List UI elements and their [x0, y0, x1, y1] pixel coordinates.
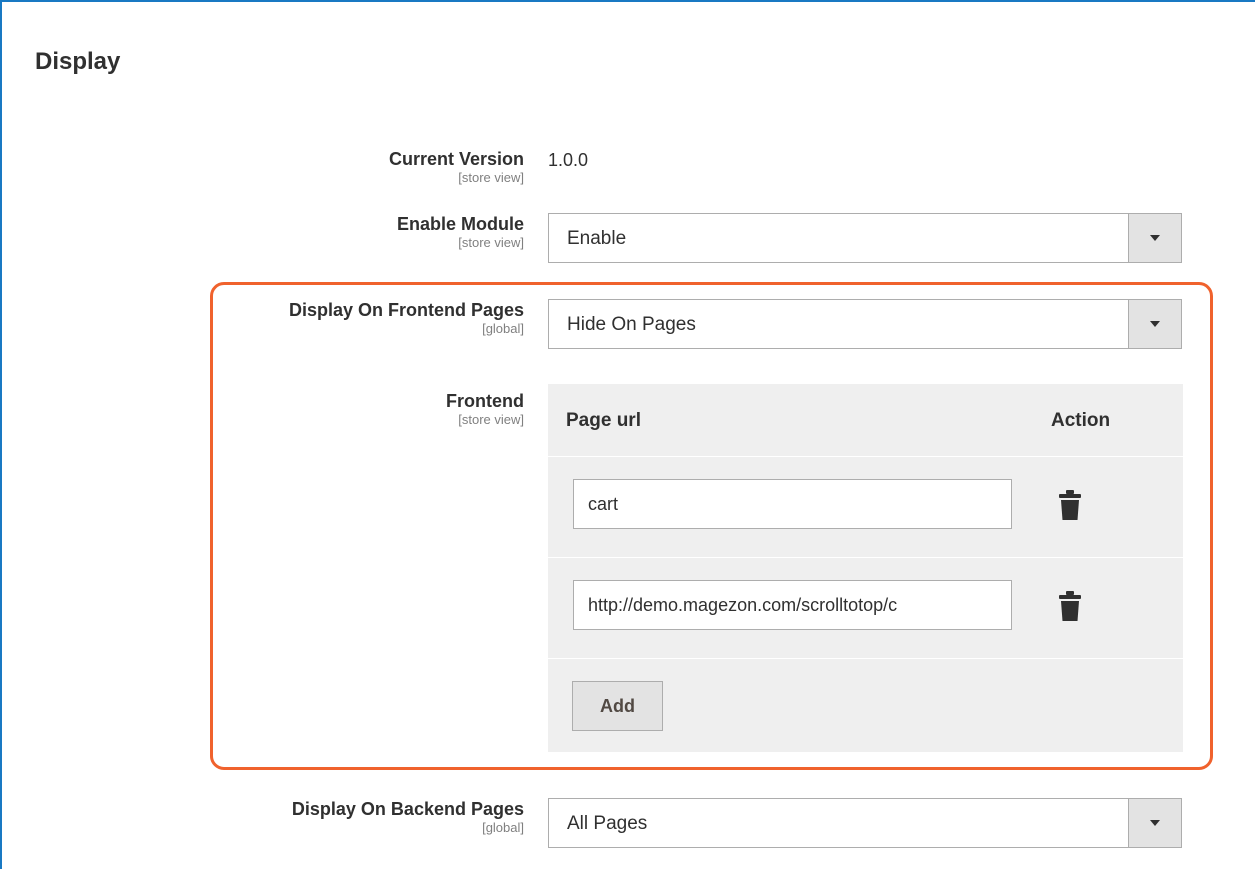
current-version-scope: [store view]	[458, 170, 524, 185]
chevron-down-icon[interactable]	[1128, 300, 1181, 348]
display-frontend-selected: Hide On Pages	[567, 314, 696, 335]
enable-module-label: Enable Module	[396, 214, 524, 234]
trash-icon[interactable]	[1059, 591, 1081, 621]
frontend-scope: [store view]	[458, 412, 524, 427]
enable-module-scope: [store view]	[458, 235, 524, 250]
display-backend-label: Display On Backend Pages	[291, 799, 524, 819]
frontend-pages-grid: Page url Action Add	[548, 384, 1183, 752]
display-frontend-scope: [global]	[482, 321, 524, 336]
current-version-label: Current Version	[388, 149, 524, 169]
chevron-down-icon[interactable]	[1128, 799, 1181, 847]
table-row	[548, 456, 1183, 558]
display-backend-selected: All Pages	[567, 813, 648, 834]
page-url-input[interactable]	[573, 580, 1012, 630]
frontend-label: Frontend	[446, 391, 524, 411]
display-frontend-select[interactable]: Hide On Pages	[548, 299, 1182, 349]
grid-footer: Add	[548, 658, 1183, 753]
grid-header: Page url Action	[548, 384, 1183, 456]
enable-module-select[interactable]: Enable	[548, 213, 1182, 263]
column-header-page-url: Page url	[566, 410, 641, 431]
display-frontend-label: Display On Frontend Pages	[288, 300, 524, 320]
frame-left-border	[0, 0, 2, 869]
table-row	[548, 557, 1183, 659]
add-row-button[interactable]: Add	[572, 681, 663, 731]
column-header-action: Action	[1051, 410, 1111, 431]
current-version-value: 1.0.0	[548, 150, 589, 170]
frame-top-border	[0, 0, 1255, 2]
section-title: Display	[35, 48, 121, 75]
display-backend-select[interactable]: All Pages	[548, 798, 1182, 848]
enable-module-selected: Enable	[567, 228, 627, 249]
display-backend-scope: [global]	[482, 820, 524, 835]
chevron-down-icon[interactable]	[1128, 214, 1181, 262]
page-url-input[interactable]	[573, 479, 1012, 529]
trash-icon[interactable]	[1059, 490, 1081, 520]
